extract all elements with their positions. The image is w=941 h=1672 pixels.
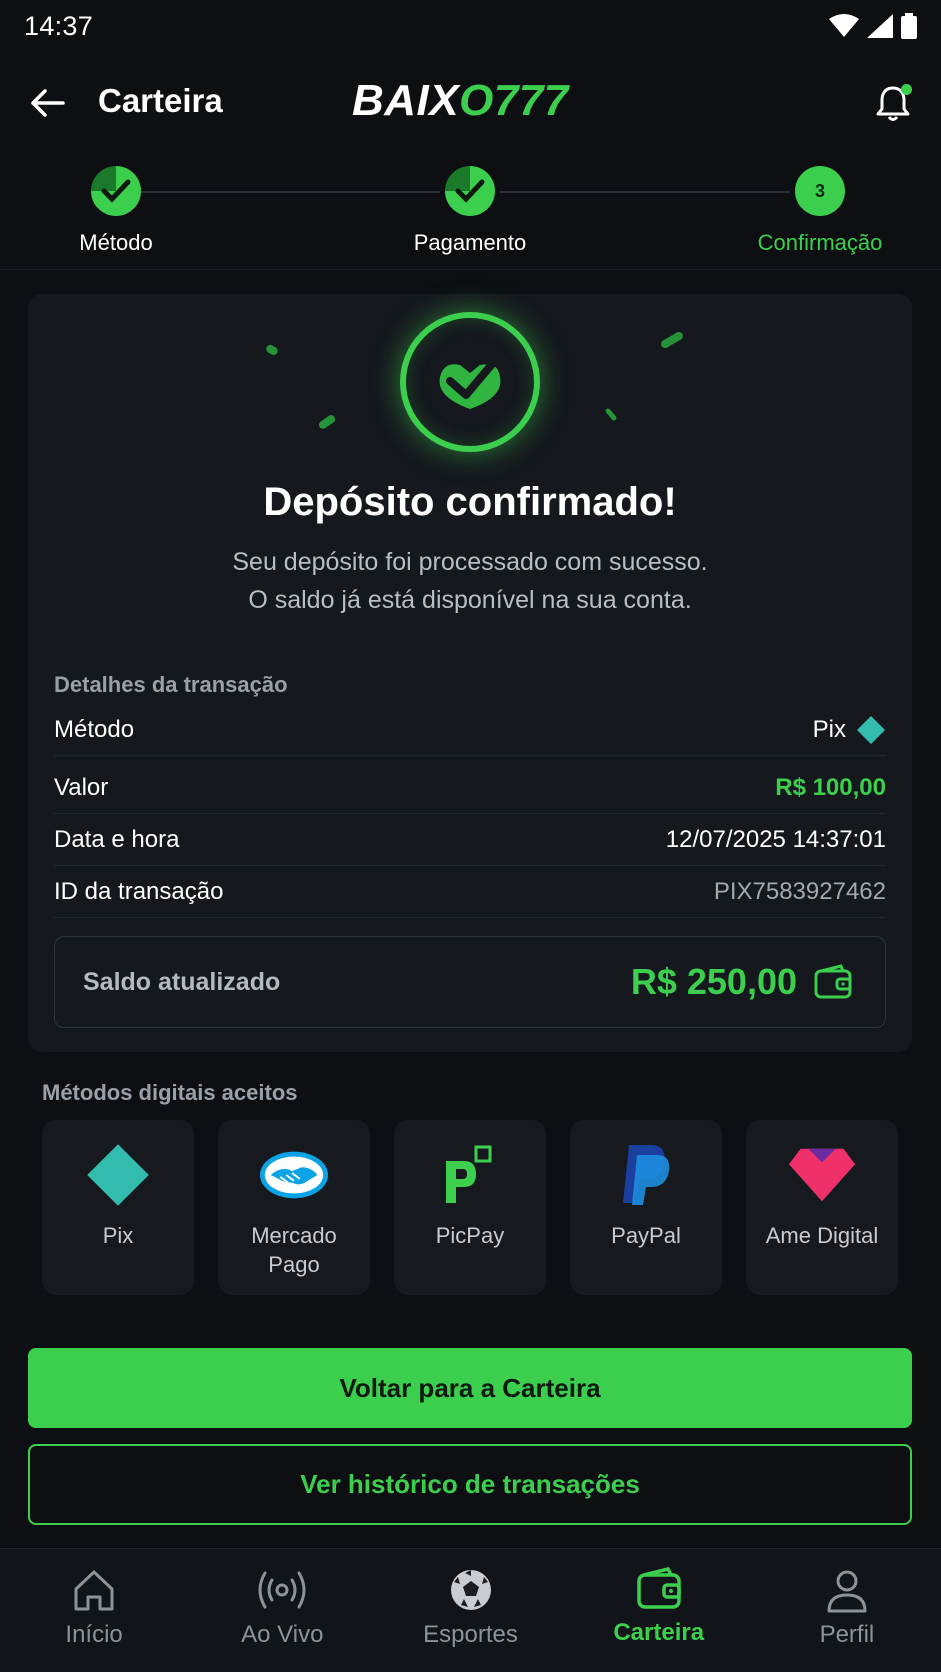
check-icon [91, 166, 141, 216]
step-method: Método [16, 166, 216, 256]
arrow-left-icon [31, 89, 65, 117]
nav-sports[interactable]: Esportes [376, 1549, 564, 1672]
detail-row-amount: Valor R$ 100,00 [54, 762, 886, 814]
back-button[interactable] [24, 80, 70, 126]
confirmation-subtitle: O saldo já está disponível na sua conta. [248, 586, 692, 614]
transaction-history-button[interactable]: Ver histórico de transações [28, 1444, 912, 1525]
signal-icon [867, 14, 893, 38]
method-name: Mercado Pago [251, 1223, 337, 1277]
paypal-icon [611, 1140, 681, 1210]
ame-digital-icon [787, 1140, 857, 1210]
details-heading: Detalhes da transação [54, 672, 288, 697]
method-pix[interactable]: Pix [42, 1120, 194, 1295]
detail-label: Valor [54, 773, 109, 801]
detail-value: PIX7583927462 [713, 877, 886, 905]
back-to-wallet-button[interactable]: Voltar para a Carteira [28, 1348, 912, 1428]
deposit-stepper: Método Pagamento 3 Confirmação [0, 160, 941, 270]
live-icon [258, 1571, 306, 1609]
step-label: Método [79, 230, 153, 255]
confetti [604, 407, 618, 422]
bottom-nav: Início Ao Vivo Esportes Carteira Perfil [0, 1548, 941, 1672]
confetti [264, 343, 280, 357]
method-paypal[interactable]: PayPal [570, 1120, 722, 1295]
nav-label: Esportes [423, 1621, 518, 1648]
wifi-icon [829, 14, 859, 37]
detail-label: Método [54, 715, 135, 743]
wallet-icon [636, 1567, 681, 1609]
confetti [317, 413, 337, 431]
methods-heading: Métodos digitais aceitos [42, 1080, 298, 1105]
battery-icon [901, 13, 917, 39]
updated-balance: Saldo atualizado R$ 250,00 [54, 936, 886, 1028]
confirmation-card: Depósito confirmado! Seu depósito foi pr… [28, 294, 912, 1052]
step-payment: Pagamento [370, 166, 570, 256]
nav-live[interactable]: Ao Vivo [188, 1549, 376, 1672]
profile-icon [827, 1570, 867, 1613]
status-icons [829, 13, 917, 39]
detail-row-method: Método Pix [54, 704, 886, 756]
detail-value: 12/07/2025 14:37:01 [665, 825, 886, 853]
confirmation-subtitle: Seu depósito foi processado com sucesso. [232, 548, 708, 576]
method-name: PicPay [435, 1223, 505, 1248]
notification-dot [901, 84, 912, 95]
detail-row-datetime: Data e hora 12/07/2025 14:37:01 [54, 814, 886, 866]
confetti [659, 330, 685, 350]
pix-icon [857, 715, 885, 744]
detail-label: Data e hora [54, 825, 180, 853]
method-name: PayPal [611, 1223, 681, 1248]
page-title: Carteira [98, 82, 223, 119]
home-icon [74, 1570, 114, 1611]
nav-label: Ao Vivo [241, 1621, 324, 1648]
notifications-button[interactable] [868, 78, 918, 128]
step-label: Confirmação [757, 230, 883, 255]
balance-value: R$ 250,00 [631, 961, 853, 1003]
soccer-ball-icon [450, 1570, 491, 1610]
method-ame-digital[interactable]: Ame Digital [746, 1120, 898, 1295]
method-name: Ame Digital [765, 1223, 879, 1248]
success-check-icon [400, 312, 540, 452]
wallet-icon [814, 964, 852, 999]
method-picpay[interactable]: PicPay [394, 1120, 546, 1295]
nav-label: Perfil [819, 1621, 875, 1648]
method-name: Pix [102, 1223, 134, 1248]
detail-value: Pix [813, 715, 886, 745]
nav-wallet[interactable]: Carteira [565, 1549, 753, 1672]
status-bar: 14:37 [0, 0, 941, 52]
check-icon [445, 166, 495, 216]
step-label: Pagamento [413, 230, 527, 255]
picpay-icon [435, 1140, 505, 1210]
pix-icon [83, 1140, 153, 1210]
status-time: 14:37 [24, 10, 94, 41]
confirmation-title: Depósito confirmado! [263, 480, 677, 524]
nav-label: Início [65, 1621, 123, 1648]
method-mercado-pago[interactable]: Mercado Pago [218, 1120, 370, 1295]
nav-label: Carteira [613, 1619, 705, 1646]
payment-methods: Pix Mercado Pago PicPay PayPal Ame Digit… [42, 1120, 900, 1295]
detail-row-transaction-id: ID da transação PIX7583927462 [54, 866, 886, 918]
mercado-pago-icon [259, 1140, 329, 1210]
step-number: 3 [795, 166, 845, 216]
nav-home[interactable]: Início [0, 1549, 188, 1672]
nav-profile[interactable]: Perfil [753, 1549, 941, 1672]
brand-logo: BAIXO777 [352, 76, 569, 125]
detail-value: R$ 100,00 [775, 773, 886, 801]
detail-label: ID da transação [54, 877, 224, 905]
app-bar: Carteira BAIXO777 [0, 62, 941, 142]
step-confirmation: 3 Confirmação [720, 166, 920, 256]
balance-label: Saldo atualizado [83, 967, 281, 996]
